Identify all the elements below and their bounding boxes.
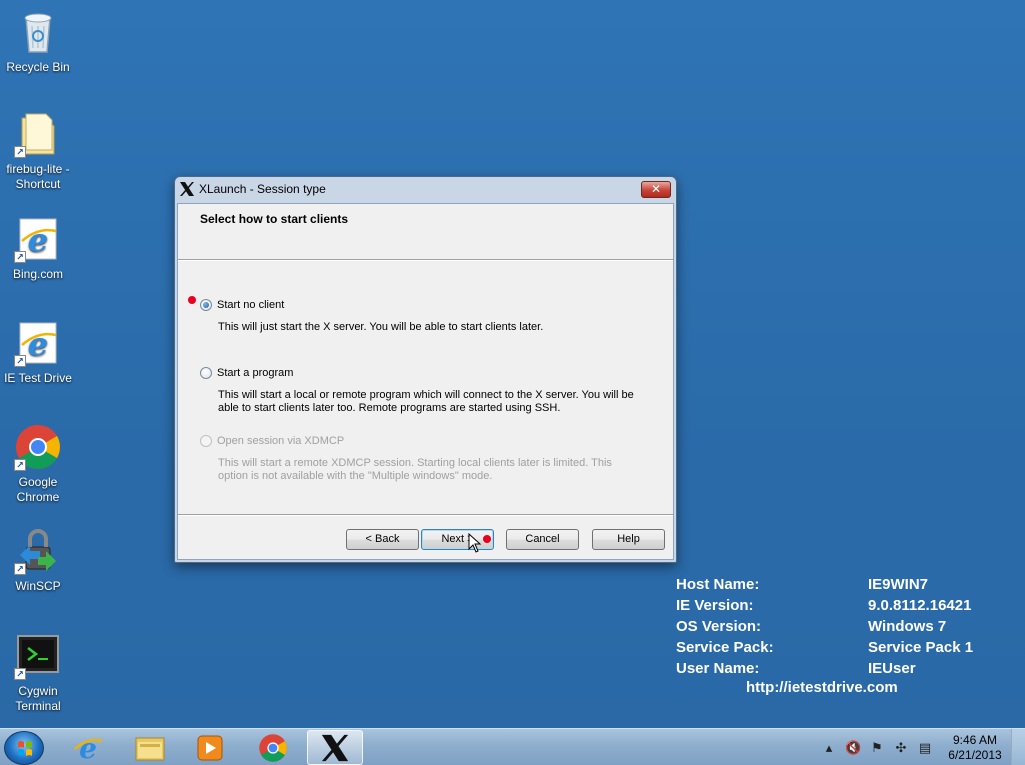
shortcut-arrow-icon: ↗ bbox=[14, 563, 26, 575]
taskbar-clock[interactable]: 9:46 AM 6/21/2013 bbox=[939, 733, 1011, 763]
system-tray: ▴ 🔇 ⚑ ✣ ▤ 9:46 AM 6/21/2013 bbox=[817, 729, 1025, 765]
chrome-icon bbox=[259, 733, 287, 762]
svg-text:e: e bbox=[28, 325, 48, 363]
shortcut-arrow-icon: ↗ bbox=[14, 668, 26, 680]
option-description: This will start a remote XDMCP session. … bbox=[218, 457, 612, 482]
info-value: 9.0.8112.16421 bbox=[868, 597, 972, 614]
dialog-header: Select how to start clients bbox=[178, 204, 673, 260]
option-label: Open session via XDMCP bbox=[217, 435, 345, 447]
action-center-icon[interactable]: ⚑ bbox=[869, 740, 885, 756]
info-row: User Name: IEUser bbox=[676, 658, 973, 679]
desktop-icon-winscp[interactable]: ↗ WinSCP bbox=[3, 527, 73, 594]
shortcut-arrow-icon: ↗ bbox=[14, 251, 26, 263]
info-key: User Name: bbox=[676, 660, 760, 677]
info-key: Host Name: bbox=[676, 576, 760, 593]
desktop-icon-firebug-lite[interactable]: ↗ firebug-lite - Shortcut bbox=[3, 110, 73, 192]
network-icon[interactable]: ▤ bbox=[917, 740, 933, 756]
desktop-icon-google-chrome[interactable]: ↗ Google Chrome bbox=[3, 423, 73, 505]
dialog-heading: Select how to start clients bbox=[200, 212, 349, 226]
folder-icon: ↗ bbox=[14, 110, 62, 158]
x-logo-icon bbox=[179, 181, 195, 197]
highlight-dot bbox=[188, 296, 196, 304]
close-icon: ✕ bbox=[650, 182, 662, 196]
ie-icon: e ↗ bbox=[14, 215, 62, 263]
radio-start-a-program[interactable] bbox=[200, 367, 212, 379]
option-description: This will start a local or remote progra… bbox=[218, 389, 634, 414]
desktop-icon-bing[interactable]: e ↗ Bing.com bbox=[3, 215, 73, 282]
taskbar: e ▴ 🔇 ⚑ ✣ ▤ 9:46 AM 6/21/2013 bbox=[0, 728, 1025, 765]
svg-text:e: e bbox=[79, 733, 97, 763]
cancel-button[interactable]: Cancel bbox=[506, 529, 579, 550]
close-button[interactable]: ✕ bbox=[641, 181, 671, 198]
terminal-icon: ↗ bbox=[14, 632, 62, 680]
info-value: IE9WIN7 bbox=[868, 576, 929, 593]
option-description: This will just start the X server. You w… bbox=[218, 321, 544, 333]
desktop-icon-label: firebug-lite - Shortcut bbox=[6, 162, 70, 191]
recycle-bin-icon bbox=[14, 8, 62, 56]
desktop-icon-label: Bing.com bbox=[12, 267, 64, 281]
system-info-block: Host Name: IE9WIN7 IE Version: 9.0.8112.… bbox=[676, 574, 973, 696]
back-button[interactable]: < Back bbox=[346, 529, 419, 550]
taskbar-media-player[interactable] bbox=[182, 730, 238, 765]
desktop-icon-label: Google Chrome bbox=[16, 475, 60, 504]
option-start-no-client[interactable]: Start no client This will just start the… bbox=[200, 299, 638, 334]
show-hidden-icons-icon[interactable]: ▴ bbox=[821, 740, 837, 756]
help-button[interactable]: Help bbox=[592, 529, 665, 550]
desktop-icon-cygwin-terminal[interactable]: ↗ Cygwin Terminal bbox=[3, 632, 73, 714]
info-row: IE Version: 9.0.8112.16421 bbox=[676, 595, 973, 616]
chrome-icon: ↗ bbox=[14, 423, 62, 471]
ie-icon: e ↗ bbox=[14, 319, 62, 367]
xlaunch-dialog: XLaunch - Session type ✕ Select how to s… bbox=[174, 176, 677, 563]
start-button[interactable] bbox=[4, 731, 44, 765]
dialog-title: XLaunch - Session type bbox=[199, 182, 326, 196]
highlight-dot bbox=[483, 535, 491, 543]
desktop-icon-recycle-bin[interactable]: Recycle Bin bbox=[3, 8, 73, 75]
taskbar-windows-explorer[interactable] bbox=[122, 730, 178, 765]
windows-logo-icon bbox=[18, 741, 32, 756]
info-row: Service Pack: Service Pack 1 bbox=[676, 637, 973, 658]
info-row: OS Version: Windows 7 bbox=[676, 616, 973, 637]
shortcut-arrow-icon: ↗ bbox=[14, 459, 26, 471]
volume-muted-icon[interactable]: 🔇 bbox=[845, 740, 861, 756]
winscp-icon: ↗ bbox=[14, 527, 62, 575]
svg-text:e: e bbox=[28, 221, 48, 259]
header-divider bbox=[178, 260, 673, 261]
info-value: Windows 7 bbox=[868, 618, 947, 635]
option-label: Start a program bbox=[217, 367, 294, 379]
xlaunch-icon bbox=[321, 734, 349, 761]
xserver-tray-icon[interactable]: ✣ bbox=[893, 740, 909, 756]
desktop-icon-label: WinSCP bbox=[15, 579, 61, 593]
info-key: Service Pack: bbox=[676, 639, 774, 656]
desktop-icon-label: Recycle Bin bbox=[6, 60, 70, 74]
option-label: Start no client bbox=[217, 299, 285, 311]
option-open-session-xdmcp: Open session via XDMCP This will start a… bbox=[200, 435, 638, 483]
mouse-cursor-icon bbox=[468, 532, 482, 553]
clock-date: 6/21/2013 bbox=[948, 747, 1002, 762]
taskbar-google-chrome[interactable] bbox=[245, 730, 301, 765]
explorer-icon bbox=[135, 737, 165, 760]
desktop-icon-ie-test-drive[interactable]: e ↗ IE Test Drive bbox=[3, 319, 73, 386]
info-key: OS Version: bbox=[676, 618, 762, 635]
taskbar-xlaunch[interactable] bbox=[307, 730, 363, 765]
option-start-a-program[interactable]: Start a program This will start a local … bbox=[200, 367, 638, 415]
ie-icon: e bbox=[74, 733, 103, 763]
shortcut-arrow-icon: ↗ bbox=[14, 146, 26, 158]
shortcut-arrow-icon: ↗ bbox=[14, 355, 26, 367]
dialog-titlebar[interactable]: XLaunch - Session type bbox=[175, 177, 676, 201]
info-key: IE Version: bbox=[676, 597, 754, 614]
info-url: http://ietestdrive.com bbox=[746, 679, 898, 696]
dialog-client-area: Select how to start clients Start no cli… bbox=[177, 203, 674, 560]
clock-time: 9:46 AM bbox=[952, 732, 998, 747]
desktop-icon-label: Cygwin Terminal bbox=[15, 684, 61, 713]
info-value: IEUser bbox=[868, 660, 916, 677]
radio-start-no-client[interactable] bbox=[200, 299, 212, 311]
taskbar-internet-explorer[interactable]: e bbox=[60, 730, 116, 765]
footer-divider-highlight bbox=[178, 515, 673, 516]
radio-open-session-xdmcp bbox=[200, 435, 212, 447]
show-desktop-button[interactable] bbox=[1011, 729, 1025, 765]
desktop-icon-label: IE Test Drive bbox=[4, 371, 72, 385]
media-player-icon bbox=[197, 735, 223, 760]
info-row: Host Name: IE9WIN7 bbox=[676, 574, 973, 595]
info-value: Service Pack 1 bbox=[868, 639, 974, 656]
